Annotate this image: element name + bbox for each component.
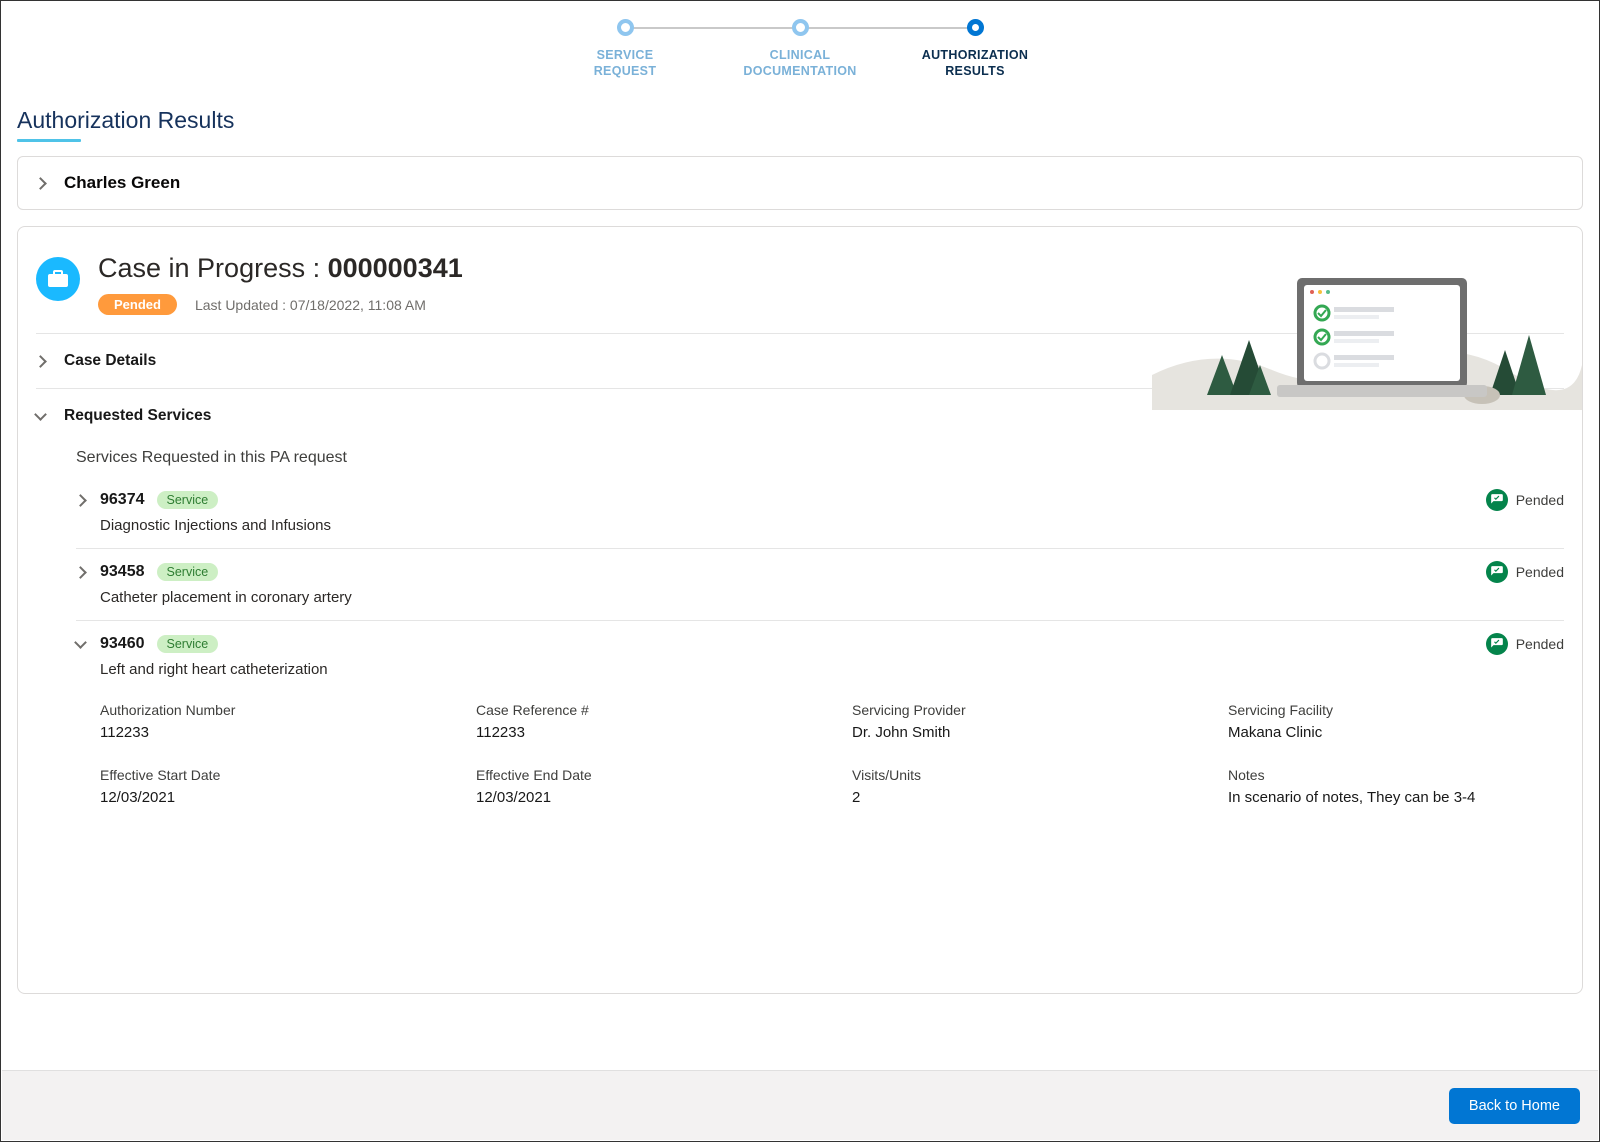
detail-value: Dr. John Smith	[852, 724, 1188, 741]
case-details-label: Case Details	[64, 352, 156, 370]
case-header: Case in Progress : 000000341 Pended Last…	[36, 227, 1564, 333]
chat-check-icon	[1486, 489, 1508, 511]
service-description: Left and right heart catheterization	[100, 661, 1564, 678]
case-details-section: Case Details	[36, 333, 1564, 388]
chevron-right-icon	[76, 566, 88, 578]
patient-name: Charles Green	[64, 173, 180, 193]
detail-value: 2	[852, 789, 1188, 806]
patient-accordion-header[interactable]: Charles Green	[18, 157, 1582, 209]
briefcase-icon	[36, 257, 80, 301]
service-status-text: Pended	[1516, 564, 1564, 580]
requested-services-header[interactable]: Requested Services	[36, 388, 1564, 443]
step-dot-icon	[792, 19, 809, 36]
chevron-down-icon	[36, 410, 48, 422]
detail-label: Visits/Units	[852, 767, 1188, 783]
back-to-home-button[interactable]: Back to Home	[1449, 1088, 1580, 1124]
detail-value: 12/03/2021	[100, 789, 436, 806]
detail-label: Effective Start Date	[100, 767, 436, 783]
footer-bar: Back to Home	[2, 1070, 1598, 1140]
detail-cell: Servicing Provider Dr. John Smith	[852, 702, 1188, 741]
service-description: Diagnostic Injections and Infusions	[100, 517, 1564, 534]
detail-cell: Visits/Units 2	[852, 767, 1188, 806]
detail-value: Makana Clinic	[1228, 724, 1564, 741]
service-list: 96374 Service Pended Diagnostic Injectio…	[76, 477, 1564, 820]
step-label: AUTHORIZATION RESULTS	[922, 48, 1028, 79]
detail-cell: Case Reference # 112233	[476, 702, 812, 741]
service-tag: Service	[157, 491, 219, 509]
service-row-toggle[interactable]: 93460 Service Pended	[76, 633, 1564, 655]
step-label: CLINICAL DOCUMENTATION	[743, 48, 856, 79]
service-code: 96374	[100, 491, 145, 509]
services-intro-text: Services Requested in this PA request	[76, 449, 1564, 467]
page-title-underline	[17, 139, 81, 142]
case-details-header[interactable]: Case Details	[36, 333, 1564, 388]
service-code: 93460	[100, 635, 145, 653]
service-row-toggle[interactable]: 93458 Service Pended	[76, 561, 1564, 583]
progress-stepper: SERVICE REQUEST CLINICAL DOCUMENTATION A…	[1, 1, 1599, 89]
detail-label: Notes	[1228, 767, 1564, 783]
step-label: SERVICE REQUEST	[594, 48, 657, 79]
service-tag: Service	[157, 635, 219, 653]
detail-label: Effective End Date	[476, 767, 812, 783]
service-status-text: Pended	[1516, 492, 1564, 508]
case-card: Case in Progress : 000000341 Pended Last…	[17, 226, 1583, 994]
step-dot-icon	[617, 19, 634, 36]
requested-services-section: Requested Services Services Requested in…	[36, 388, 1564, 820]
detail-label: Authorization Number	[100, 702, 436, 718]
chevron-right-icon	[36, 355, 48, 367]
detail-cell: Effective End Date 12/03/2021	[476, 767, 812, 806]
requested-services-label: Requested Services	[64, 407, 211, 425]
chevron-right-icon	[76, 494, 88, 506]
chevron-down-icon	[76, 638, 88, 650]
chat-check-icon	[1486, 561, 1508, 583]
step-connector	[800, 27, 975, 29]
case-title: Case in Progress : 000000341	[98, 253, 1564, 284]
detail-label: Servicing Provider	[852, 702, 1188, 718]
service-item: 93460 Service Pended Left and right hear…	[76, 621, 1564, 820]
detail-cell: Notes In scenario of notes, They can be …	[1228, 767, 1564, 806]
detail-cell: Authorization Number 112233	[100, 702, 436, 741]
chevron-right-icon	[36, 177, 48, 189]
service-description: Catheter placement in coronary artery	[100, 589, 1564, 606]
step-dot-icon	[967, 19, 984, 36]
status-badge: Pended	[98, 294, 177, 315]
service-tag: Service	[157, 563, 219, 581]
service-code: 93458	[100, 563, 145, 581]
detail-label: Case Reference #	[476, 702, 812, 718]
patient-accordion: Charles Green	[17, 156, 1583, 210]
last-updated: Last Updated : 07/18/2022, 11:08 AM	[195, 297, 426, 313]
step-service-request[interactable]: SERVICE REQUEST	[538, 19, 713, 79]
detail-value: 12/03/2021	[476, 789, 812, 806]
detail-value: 112233	[476, 724, 812, 741]
service-details-grid: Authorization Number 112233 Case Referen…	[100, 702, 1564, 806]
detail-cell: Servicing Facility Makana Clinic	[1228, 702, 1564, 741]
chat-check-icon	[1486, 633, 1508, 655]
detail-value: 112233	[100, 724, 436, 741]
service-status: Pended	[1486, 633, 1564, 655]
service-status: Pended	[1486, 561, 1564, 583]
detail-cell: Effective Start Date 12/03/2021	[100, 767, 436, 806]
service-item: 93458 Service Pended Catheter placement …	[76, 549, 1564, 621]
step-connector	[625, 27, 800, 29]
page-title: Authorization Results	[17, 107, 1599, 134]
service-row-toggle[interactable]: 96374 Service Pended	[76, 489, 1564, 511]
service-status: Pended	[1486, 489, 1564, 511]
service-item: 96374 Service Pended Diagnostic Injectio…	[76, 477, 1564, 549]
detail-value: In scenario of notes, They can be 3-4	[1228, 789, 1564, 806]
service-status-text: Pended	[1516, 636, 1564, 652]
detail-label: Servicing Facility	[1228, 702, 1564, 718]
